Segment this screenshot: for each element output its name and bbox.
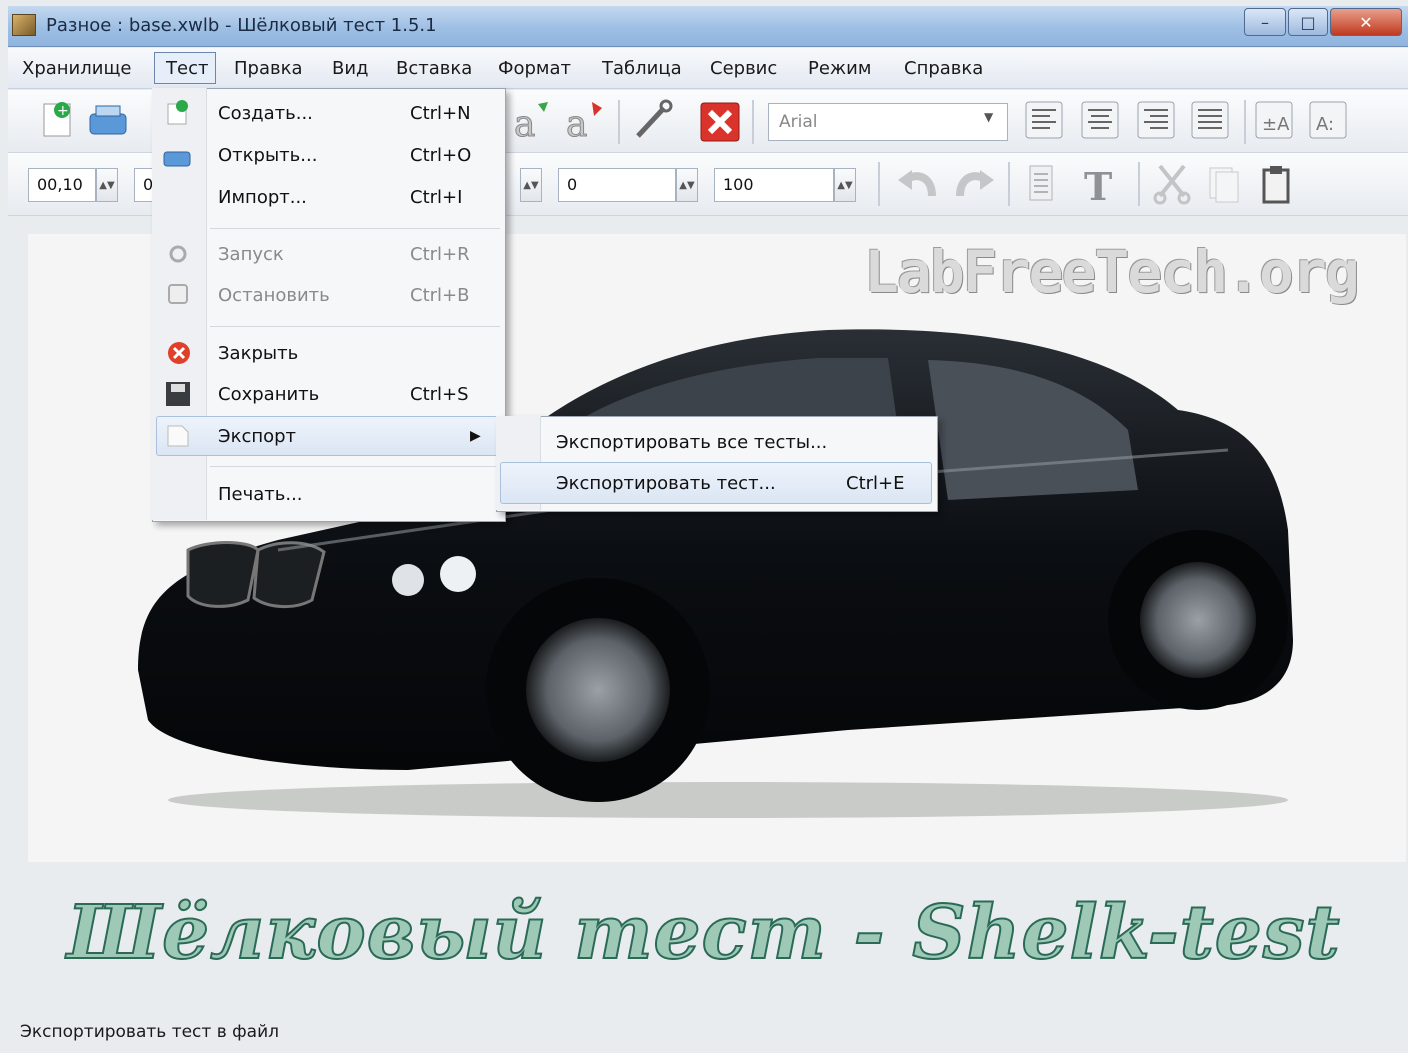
menu-insert[interactable]: Вставка	[396, 58, 472, 79]
menu-mode[interactable]: Режим	[808, 58, 871, 79]
font-family-select[interactable]: Arial	[768, 103, 1008, 141]
open-icon	[162, 142, 192, 174]
spin-field-1[interactable]: 00,10	[28, 168, 96, 202]
spin-arrows-icon[interactable]: ▲▼	[676, 168, 698, 202]
close-window-button[interactable]: ✕	[1330, 8, 1402, 36]
menu-item-stop: Остановить	[218, 285, 330, 306]
open-icon[interactable]	[86, 98, 130, 142]
spin-field-4[interactable]: 100	[714, 168, 834, 202]
menu-help[interactable]: Справка	[904, 58, 983, 79]
menu-shortcut: Ctrl+O	[410, 145, 472, 166]
svg-text:+: +	[57, 103, 69, 119]
menu-storage[interactable]: Хранилище	[22, 58, 132, 79]
menu-separator	[210, 228, 500, 229]
text-icon[interactable]: T	[1080, 162, 1124, 209]
menu-separator	[210, 466, 500, 467]
align-left-icon[interactable]	[1024, 100, 1068, 144]
menu-bar	[8, 48, 1408, 89]
wrench-icon[interactable]	[630, 98, 674, 142]
menu-item-open[interactable]: Открыть...	[218, 145, 317, 166]
save-icon	[164, 380, 192, 412]
align-center-icon[interactable]	[1080, 100, 1124, 144]
menu-item-run: Запуск	[218, 244, 284, 265]
font-highlight-icon[interactable]: a	[562, 98, 606, 146]
redo-icon[interactable]	[952, 162, 996, 206]
menu-item-close[interactable]: Закрыть	[218, 343, 298, 364]
list-icon[interactable]	[1020, 162, 1064, 206]
menu-item-create[interactable]: Создать...	[218, 103, 313, 124]
menu-item-import[interactable]: Импорт...	[218, 187, 307, 208]
toolbar-separator	[1244, 100, 1246, 144]
menu-shortcut: Ctrl+S	[410, 384, 469, 405]
minimize-button[interactable]: –	[1244, 8, 1286, 36]
menu-test[interactable]: Тест	[166, 58, 208, 79]
toolbar-separator	[1008, 162, 1010, 206]
align-right-icon[interactable]	[1136, 100, 1180, 144]
new-test-icon[interactable]: +	[36, 98, 80, 142]
menu-item-export[interactable]: Экспорт	[218, 426, 296, 447]
superscript-icon[interactable]: ±A	[1254, 100, 1298, 144]
maximize-button[interactable]: □	[1288, 8, 1328, 36]
align-justify-icon[interactable]	[1190, 100, 1234, 144]
watermark: LabFreeTech.org	[864, 238, 1360, 306]
cut-icon[interactable]	[1150, 162, 1194, 206]
menu-format[interactable]: Формат	[498, 58, 571, 79]
svg-text:±A: ±A	[1262, 114, 1290, 135]
spin-arrows-icon[interactable]: ▲▼	[834, 168, 856, 202]
status-text: Экспортировать тест в файл	[20, 1022, 280, 1042]
window-title: Разное : base.xwlb - Шёлковый тест 1.5.1	[46, 15, 437, 36]
submenu-export-all-tests[interactable]: Экспортировать все тесты...	[556, 432, 827, 453]
svg-text:a: a	[566, 104, 587, 142]
spin-field-3[interactable]: 0	[558, 168, 676, 202]
app-icon	[12, 14, 36, 36]
undo-icon[interactable]	[896, 162, 940, 206]
menu-shortcut: Ctrl+E	[846, 473, 905, 494]
menu-edit[interactable]: Правка	[234, 58, 303, 79]
font-color-icon[interactable]: a	[510, 98, 554, 146]
run-icon	[166, 242, 190, 270]
stop-icon	[166, 282, 190, 310]
chevron-down-icon[interactable]: ▼	[984, 110, 993, 124]
submenu-arrow-icon: ▶	[470, 428, 481, 444]
toolbar-separator	[618, 100, 620, 144]
menu-view[interactable]: Вид	[332, 58, 369, 79]
svg-text:A:: A:	[1316, 114, 1334, 135]
menu-shortcut: Ctrl+B	[410, 285, 470, 306]
menu-item-save[interactable]: Сохранить	[218, 384, 319, 405]
menu-separator	[210, 326, 500, 327]
paste-icon[interactable]	[1256, 162, 1300, 206]
spin-arrows-icon[interactable]: ▲▼	[520, 168, 542, 202]
menu-item-highlight	[156, 416, 500, 456]
menu-item-print[interactable]: Печать...	[218, 484, 303, 505]
export-icon	[164, 422, 192, 454]
new-icon	[164, 98, 192, 130]
menu-service[interactable]: Сервис	[710, 58, 777, 79]
menu-shortcut: Ctrl+N	[410, 103, 471, 124]
menu-shortcut: Ctrl+R	[410, 244, 470, 265]
submenu-export-test[interactable]: Экспортировать тест...	[556, 473, 776, 494]
delete-icon[interactable]	[698, 100, 742, 144]
svg-text:T: T	[1084, 164, 1112, 206]
copy-icon[interactable]	[1202, 162, 1246, 206]
svg-text:a: a	[514, 104, 535, 142]
menu-table[interactable]: Таблица	[602, 58, 682, 79]
toolbar-separator	[1138, 162, 1140, 206]
toolbar-separator	[878, 162, 880, 206]
menu-shortcut: Ctrl+I	[410, 187, 463, 208]
close-icon	[166, 340, 192, 370]
spin-arrows-icon[interactable]: ▲▼	[96, 168, 118, 202]
subscript-icon[interactable]: A:	[1308, 100, 1352, 144]
toolbar-separator	[752, 100, 754, 144]
banner-title: Шёлковый тест - Shelk-test	[66, 889, 1341, 977]
